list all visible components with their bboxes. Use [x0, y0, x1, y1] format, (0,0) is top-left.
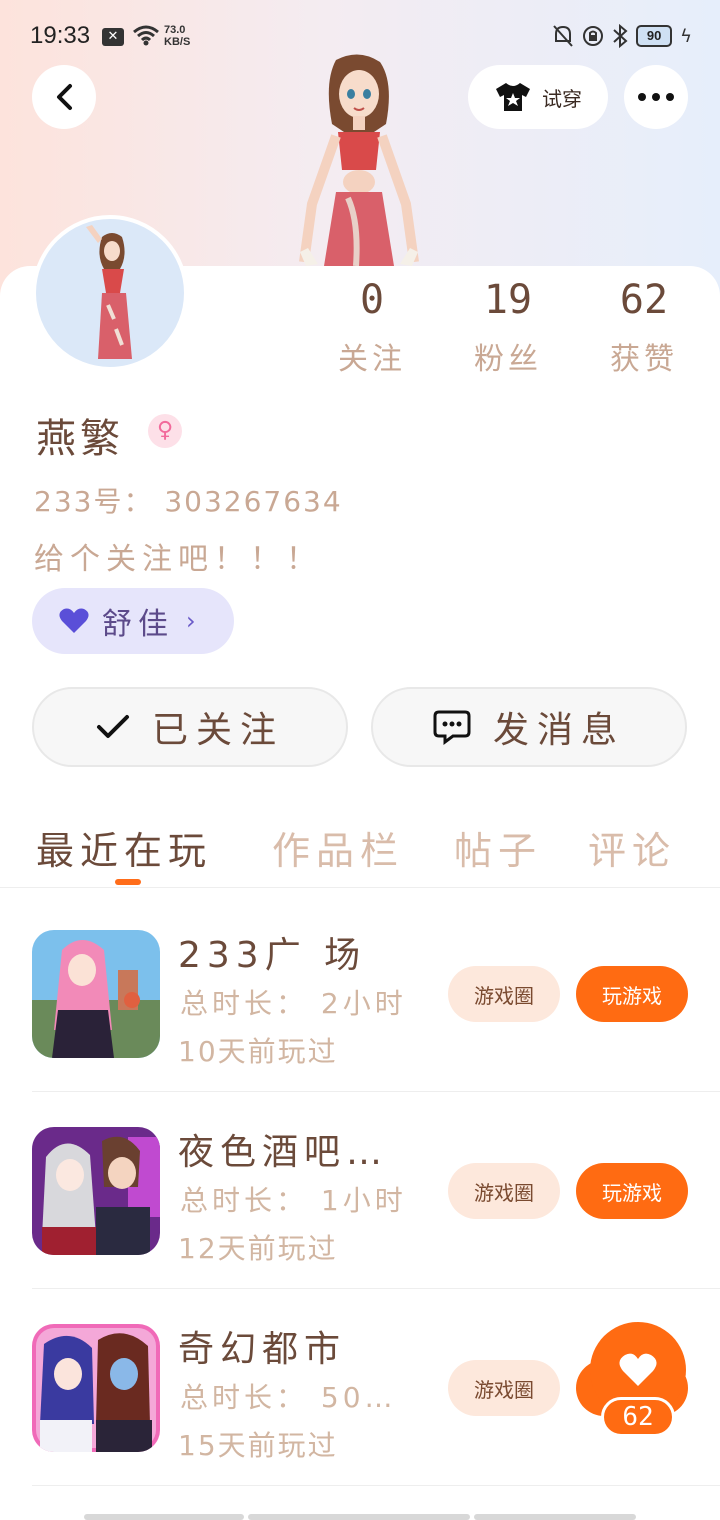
check-icon	[96, 715, 129, 738]
battery-level: 90	[636, 25, 673, 47]
send-message-button[interactable]: 发消息	[371, 687, 687, 767]
relationship-tag-label: 舒佳	[102, 607, 174, 642]
chat-bubble-icon	[433, 710, 471, 745]
stat-following-label: 关注	[338, 342, 406, 377]
game-art	[32, 1324, 160, 1452]
row-divider	[32, 1091, 720, 1092]
try-on-button[interactable]: 试穿	[468, 65, 608, 129]
notification-x-icon: ✕	[102, 28, 124, 46]
tshirt-icon	[496, 83, 530, 111]
game-art	[32, 930, 160, 1058]
game-icon-fantasy-city[interactable]	[32, 1324, 160, 1452]
play-game-button[interactable]: 玩游戏	[576, 966, 688, 1022]
chevron-right-icon: ›	[186, 607, 196, 635]
bottom-edge-bar	[84, 1514, 244, 1520]
mute-bell-icon	[553, 25, 573, 47]
purple-heart-icon	[59, 608, 89, 633]
stat-fans-count: 19	[483, 277, 533, 323]
game-circle-button[interactable]: 游戏圈	[448, 966, 560, 1022]
game-last-played: 12天前玩过	[178, 1232, 338, 1265]
tab-works[interactable]: 作品栏	[272, 820, 404, 875]
heart-icon	[619, 1353, 657, 1386]
network-speed-value: 73.0	[164, 24, 186, 36]
profile-bio: 给个关注吧！！！	[34, 542, 322, 577]
tab-comments[interactable]: 评论	[588, 820, 676, 875]
avatar-portrait	[86, 225, 132, 359]
profile-avatar[interactable]	[32, 215, 188, 371]
stat-likes[interactable]: 62 获赞	[584, 278, 704, 378]
lock-rotation-icon	[583, 26, 604, 46]
game-title: 233广 场	[178, 935, 367, 976]
row-divider	[32, 1288, 720, 1289]
play-game-button[interactable]: 玩游戏	[576, 1163, 688, 1219]
following-label: 已关注	[151, 710, 284, 751]
stat-likes-label: 获赞	[610, 342, 678, 377]
game-icon-night-bar[interactable]	[32, 1127, 160, 1255]
chevron-left-icon	[57, 84, 72, 110]
game-last-played: 10天前玩过	[178, 1035, 338, 1068]
wifi-icon	[133, 25, 159, 46]
status-time: 19:33	[30, 22, 91, 49]
network-speed: 73.0 KB/S	[164, 24, 190, 48]
relationship-tag[interactable]: 舒佳 ›	[32, 588, 234, 654]
row-divider	[32, 1485, 720, 1486]
game-last-played: 15天前玩过	[178, 1429, 338, 1462]
bluetooth-icon	[613, 24, 628, 48]
tab-posts[interactable]: 帖子	[454, 820, 542, 875]
game-title: 夜色酒吧…	[178, 1132, 389, 1173]
stat-following[interactable]: 0 关注	[312, 278, 432, 378]
stat-following-count: 0	[359, 277, 385, 323]
bottom-edge-bar	[474, 1514, 636, 1520]
network-speed-unit: KB/S	[164, 36, 191, 48]
try-on-label: 试穿	[542, 86, 582, 111]
more-options-button[interactable]	[624, 65, 688, 129]
game-circle-button[interactable]: 游戏圈	[448, 1360, 560, 1416]
game-duration: 总时长： 1小时	[180, 1184, 407, 1217]
stat-fans[interactable]: 19 粉丝	[448, 278, 568, 378]
floating-like-count: 62	[601, 1397, 675, 1437]
game-circle-button[interactable]: 游戏圈	[448, 1163, 560, 1219]
active-tab-indicator	[115, 879, 141, 885]
game-title: 奇幻都市	[178, 1329, 347, 1370]
game-duration: 总时长： 50…	[180, 1381, 397, 1414]
more-dots-icon	[638, 93, 674, 101]
female-gender-icon: ♀	[148, 414, 182, 448]
game-row[interactable]: 233广 场 总时长： 2小时 10天前玩过 游戏圈 玩游戏	[0, 896, 720, 1092]
tabs-divider	[0, 887, 720, 888]
charging-icon: ϟ	[680, 25, 692, 47]
back-button[interactable]	[32, 65, 96, 129]
tab-recently-played[interactable]: 最近在玩	[36, 820, 212, 875]
stat-likes-count: 62	[619, 277, 669, 323]
profile-uid: 233号： 303267634	[34, 485, 343, 518]
avatar-character-figure	[299, 54, 419, 267]
stat-fans-label: 粉丝	[474, 342, 542, 377]
game-icon-233-plaza[interactable]	[32, 930, 160, 1058]
game-duration: 总时长： 2小时	[180, 987, 407, 1020]
following-button[interactable]: 已关注	[32, 687, 348, 767]
send-message-label: 发消息	[492, 710, 625, 751]
profile-name: 燕繁	[36, 416, 124, 462]
game-art	[32, 1127, 160, 1255]
bottom-edge-bar	[248, 1514, 470, 1520]
game-row[interactable]: 夜色酒吧… 总时长： 1小时 12天前玩过 游戏圈 玩游戏	[0, 1093, 720, 1289]
